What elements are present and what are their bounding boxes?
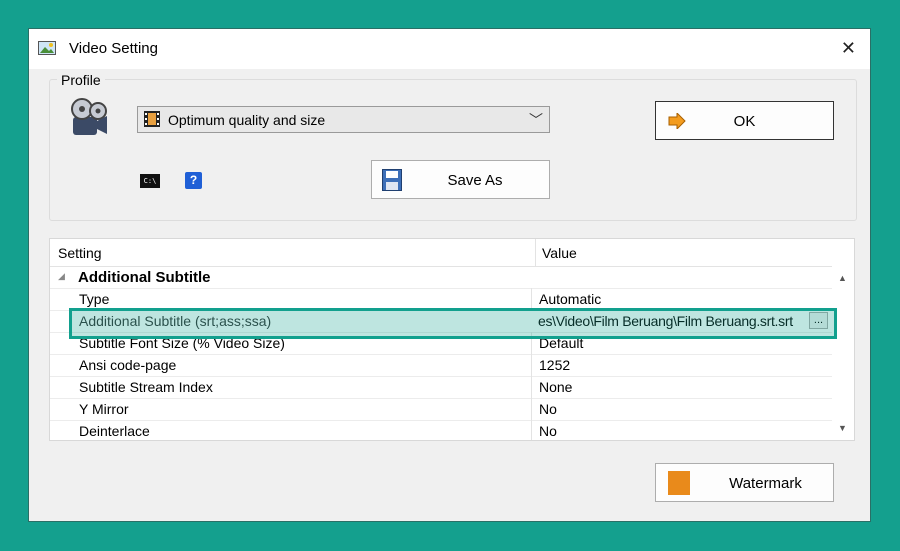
help-icon[interactable]: ? [185,172,202,189]
row-key: Ansi code-page [79,357,177,373]
row-value[interactable]: No [539,401,557,417]
row-key: Type [79,291,110,307]
setting-column-header[interactable]: Setting [58,245,102,261]
watermark-label: Watermark [729,475,802,492]
vertical-scrollbar[interactable]: ▲ ▼ [832,266,854,440]
category-label: Additional Subtitle [78,269,211,286]
ok-button[interactable]: OK [655,101,834,140]
profile-group-label: Profile [57,72,105,88]
row-key: Subtitle Font Size (% Video Size) [79,335,285,351]
chevron-down-icon[interactable]: ﹀ [529,110,543,130]
subtitle-path-field[interactable]: es\Video\Film Beruang\Film Beruang.srt.s… [534,310,832,332]
column-divider[interactable] [535,239,536,266]
cell-divider [531,376,532,398]
row-value[interactable]: None [539,379,572,395]
table-row-selected[interactable]: Additional Subtitle (srt;ass;ssa) es\Vid… [50,310,832,333]
row-value[interactable]: 1252 [539,357,570,373]
grid-header: Setting Value [50,239,854,267]
row-key: Y Mirror [79,401,129,417]
floppy-disk-icon [382,169,402,191]
selected-profile: Optimum quality and size [168,112,326,128]
title-bar: Video Setting ✕ [29,29,870,69]
image-icon [38,41,56,55]
table-row[interactable]: Type Automatic [50,288,832,311]
cell-divider [531,398,532,420]
category-row[interactable]: ◢ Additional Subtitle [50,266,832,289]
film-strip-icon [144,111,160,127]
window-title: Video Setting [69,40,158,57]
value-column-header[interactable]: Value [542,245,577,261]
row-key: Deinterlace [79,423,150,439]
scroll-down-icon[interactable]: ▼ [838,423,847,433]
browse-button[interactable]: ... [809,312,828,329]
table-row[interactable]: Subtitle Stream Index None [50,376,832,399]
collapse-icon[interactable]: ◢ [58,271,65,282]
ok-label: OK [733,113,756,130]
row-key: Additional Subtitle (srt;ass;ssa) [79,313,272,329]
row-key: Subtitle Stream Index [79,379,213,395]
cell-divider [531,288,532,310]
save-as-button[interactable]: Save As [371,160,550,199]
save-as-label: Save As [447,172,503,189]
film-reel-icon [71,98,107,135]
scroll-up-icon[interactable]: ▲ [838,273,847,283]
table-row[interactable]: Y Mirror No [50,398,832,421]
watermark-button[interactable]: Watermark [655,463,834,502]
table-row[interactable]: Subtitle Font Size (% Video Size) Defaul… [50,332,832,355]
close-icon[interactable]: ✕ [841,38,856,59]
subtitle-path-value: es\Video\Film Beruang\Film Beruang.srt.s… [538,313,793,329]
row-value[interactable]: Default [539,335,583,351]
row-value[interactable]: Automatic [539,291,601,307]
property-grid: Setting Value ◢ Additional Subtitle Type… [49,238,855,441]
cell-divider [531,332,532,354]
table-row[interactable]: Deinterlace No [50,420,832,440]
command-prompt-icon[interactable]: C:\ [140,174,160,188]
cell-divider [531,420,532,440]
row-value[interactable]: No [539,423,557,439]
table-row[interactable]: Ansi code-page 1252 [50,354,832,377]
watermark-icon [668,471,690,495]
cell-divider [531,354,532,376]
profile-select[interactable]: Optimum quality and size ﹀ [137,106,550,133]
video-setting-window: Video Setting ✕ Profile Optimum quality … [28,28,871,522]
